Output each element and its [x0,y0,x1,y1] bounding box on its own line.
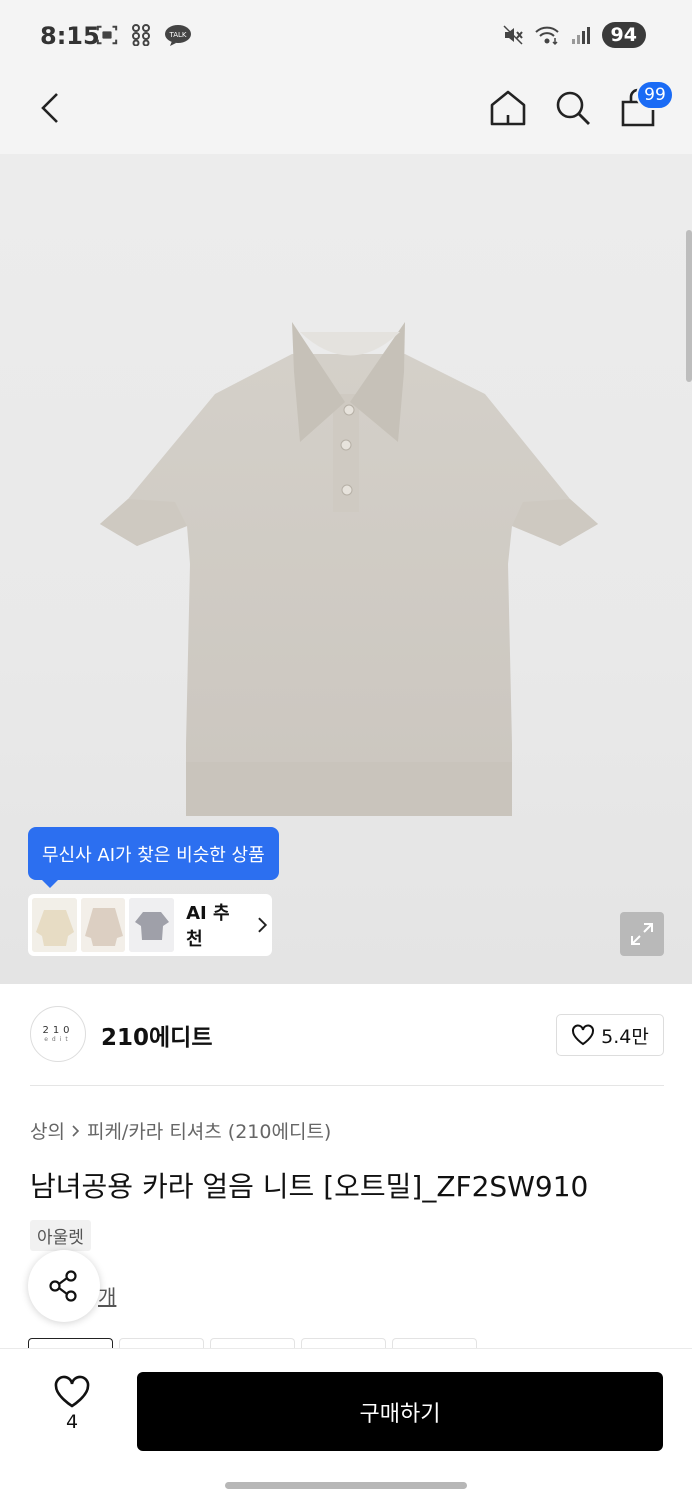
outlet-tag: 아울렛 [30,1220,91,1251]
expand-icon [631,923,653,945]
product-title: 남녀공용 카라 얼음 니트 [오트밀]_ZF2SW910 [30,1170,589,1203]
chevron-right-icon [258,917,268,933]
similar-product-thumb[interactable] [80,898,126,952]
search-icon [556,91,590,125]
mute-icon [502,24,524,46]
divider [30,1085,664,1086]
ai-recommend-label: AI 추천 [186,903,230,950]
search-button[interactable] [549,84,597,132]
heart-icon [54,1375,90,1408]
breadcrumb-item[interactable]: 상의 [30,1117,65,1144]
breadcrumb-item[interactable]: 피케/카라 티셔츠 (210에디트) [87,1117,331,1144]
cart-count-badge: 99 [636,80,674,110]
status-time: 8:15 [40,22,100,50]
similar-product-thumb[interactable] [129,898,175,952]
home-icon [490,90,526,126]
ai-similar-tooltip[interactable]: 무신사 AI가 찾은 비슷한 상품 [28,827,279,888]
app-header: 99 [0,74,692,154]
brand-logo-text: 210 [42,1025,74,1036]
status-icons-right: 94 [502,22,646,48]
brand-logo[interactable]: 210 edit [30,1006,86,1062]
status-icons-left: TALK [96,24,192,46]
wifi-icon [534,24,560,46]
battery-level: 94 [601,22,646,48]
review-count-suffix: 개 [98,1285,117,1309]
home-button[interactable] [484,84,532,132]
share-icon [49,1270,77,1302]
talk-icon: TALK [164,24,192,46]
talk-badge: TALK [168,31,186,39]
brand-like-count: 5.4만 [601,1025,649,1048]
screenshot-icon [96,24,118,46]
share-button[interactable] [28,1250,100,1322]
product-image-area[interactable]: 무신사 AI가 찾은 비슷한 상품 AI 추천 [0,154,692,984]
wishlist-count: 4 [65,1411,79,1433]
ai-recommend-button[interactable]: AI 추천 [28,894,272,956]
breadcrumb: 상의 피케/카라 티셔츠 (210에디트) [30,1117,331,1144]
brand-row[interactable]: 210 edit 210에디트 5.4만 [0,984,692,1086]
bottom-action-bar: 4 구매하기 [0,1349,692,1500]
brand-name[interactable]: 210에디트 [101,1018,213,1052]
signal-icon [570,24,592,46]
status-bar: 8:15 TALK 94 [0,0,692,74]
wishlist-button[interactable]: 4 [46,1375,98,1433]
heart-icon [572,1024,595,1046]
chevron-right-icon [72,1124,80,1137]
back-icon [41,93,58,123]
brand-like-button[interactable]: 5.4만 [556,1014,664,1056]
brand-logo-subtext: edit [44,1036,72,1043]
home-indicator[interactable] [225,1482,467,1489]
back-button[interactable] [26,84,74,132]
buy-button[interactable]: 구매하기 [137,1372,663,1451]
similar-product-thumb[interactable] [32,898,77,952]
grid-icon [130,24,152,46]
expand-image-button[interactable] [620,912,664,956]
